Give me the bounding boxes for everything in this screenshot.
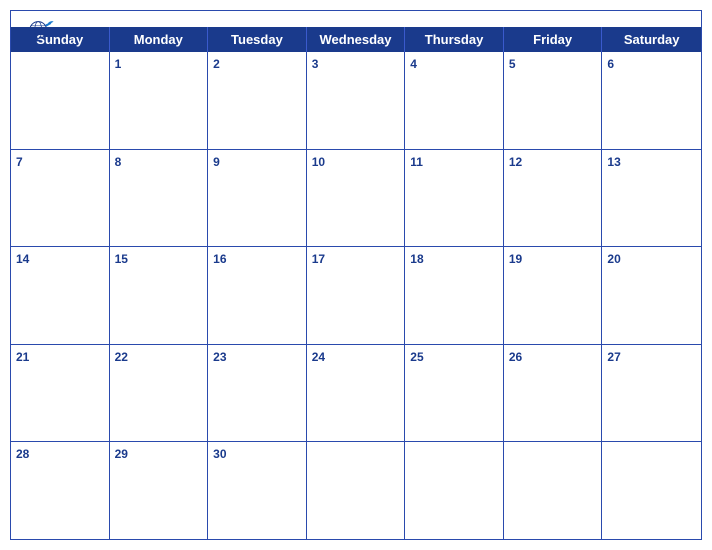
date-number: 6: [607, 57, 614, 71]
calendar-cell: 7: [11, 150, 110, 247]
calendar-cell: 11: [405, 150, 504, 247]
calendar-cell: 29: [110, 442, 209, 539]
calendar-cell: [405, 442, 504, 539]
day-header-thursday: Thursday: [405, 27, 504, 52]
calendar-cell: 21: [11, 345, 110, 442]
date-number: 14: [16, 252, 29, 266]
date-number: 1: [115, 57, 122, 71]
calendar-cell: [504, 442, 603, 539]
calendar-cell: 5: [504, 52, 603, 149]
calendar-cell: 2: [208, 52, 307, 149]
calendar-cell: 30: [208, 442, 307, 539]
logo-icon: [27, 19, 55, 41]
calendar-cell: 23: [208, 345, 307, 442]
date-number: 9: [213, 155, 220, 169]
day-header-monday: Monday: [110, 27, 209, 52]
calendar-cell: 24: [307, 345, 406, 442]
date-number: 10: [312, 155, 325, 169]
calendar-cell: 18: [405, 247, 504, 344]
calendar-cell: 22: [110, 345, 209, 442]
days-header: SundayMondayTuesdayWednesdayThursdayFrid…: [11, 27, 701, 52]
calendar-cell: [307, 442, 406, 539]
calendar-cell: 13: [602, 150, 701, 247]
date-number: 19: [509, 252, 522, 266]
week-row-4: 21 22 23 24 25 26 27: [11, 345, 701, 443]
date-number: 27: [607, 350, 620, 364]
weeks-container: 1234567891011121314151617181920212223242…: [11, 52, 701, 539]
day-header-wednesday: Wednesday: [307, 27, 406, 52]
day-header-sunday: Sunday: [11, 27, 110, 52]
calendar-cell: 26: [504, 345, 603, 442]
date-number: 18: [410, 252, 423, 266]
calendar-cell: 19: [504, 247, 603, 344]
date-number: 3: [312, 57, 319, 71]
date-number: 7: [16, 155, 23, 169]
calendar-cell: 8: [110, 150, 209, 247]
calendar-cell: 1: [110, 52, 209, 149]
calendar-cell: [11, 52, 110, 149]
calendar-cell: 14: [11, 247, 110, 344]
date-number: 11: [410, 155, 423, 169]
calendar-cell: 9: [208, 150, 307, 247]
date-number: 16: [213, 252, 226, 266]
week-row-1: 1 2 3 4 5 6: [11, 52, 701, 150]
date-number: 24: [312, 350, 325, 364]
date-number: 26: [509, 350, 522, 364]
date-number: 5: [509, 57, 516, 71]
day-header-saturday: Saturday: [602, 27, 701, 52]
day-header-friday: Friday: [504, 27, 603, 52]
date-number: 17: [312, 252, 325, 266]
calendar-cell: 6: [602, 52, 701, 149]
calendar-cell: 15: [110, 247, 209, 344]
calendar-cell: 25: [405, 345, 504, 442]
calendar-cell: 12: [504, 150, 603, 247]
calendar-cell: 28: [11, 442, 110, 539]
date-number: 15: [115, 252, 128, 266]
date-number: 13: [607, 155, 620, 169]
calendar-cell: 4: [405, 52, 504, 149]
logo: [27, 19, 55, 42]
date-number: 4: [410, 57, 417, 71]
calendar-cell: 10: [307, 150, 406, 247]
date-number: 21: [16, 350, 29, 364]
date-number: 29: [115, 447, 128, 461]
calendar-header: [11, 11, 701, 27]
calendar-cell: 16: [208, 247, 307, 344]
date-number: 2: [213, 57, 220, 71]
date-number: 30: [213, 447, 226, 461]
calendar: SundayMondayTuesdayWednesdayThursdayFrid…: [10, 10, 702, 540]
date-number: 22: [115, 350, 128, 364]
date-number: 28: [16, 447, 29, 461]
date-number: 25: [410, 350, 423, 364]
date-number: 23: [213, 350, 226, 364]
calendar-cell: 17: [307, 247, 406, 344]
calendar-cell: 20: [602, 247, 701, 344]
calendar-cell: [602, 442, 701, 539]
calendar-cell: 27: [602, 345, 701, 442]
date-number: 20: [607, 252, 620, 266]
day-header-tuesday: Tuesday: [208, 27, 307, 52]
week-row-3: 14 15 16 17 18 19 20: [11, 247, 701, 345]
week-row-5: 28 29 30: [11, 442, 701, 539]
date-number: 12: [509, 155, 522, 169]
calendar-cell: 3: [307, 52, 406, 149]
date-number: 8: [115, 155, 122, 169]
week-row-2: 7 8 9 10 11 12 13: [11, 150, 701, 248]
